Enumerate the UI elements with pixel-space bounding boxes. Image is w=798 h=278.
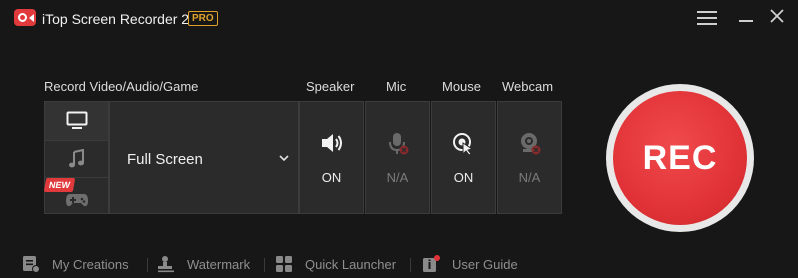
webcam-state: N/A <box>518 170 541 185</box>
mic-label: Mic <box>386 79 407 94</box>
mode-screen-tab[interactable] <box>45 102 108 141</box>
webcam-label: Webcam <box>502 79 554 94</box>
app-logo-icon <box>14 9 36 26</box>
webcam-toggle[interactable]: N/A <box>497 101 562 214</box>
user-guide-link[interactable]: User Guide <box>422 254 518 274</box>
close-button[interactable] <box>769 8 791 28</box>
new-badge: NEW <box>43 178 76 192</box>
footer-divider <box>147 258 148 272</box>
mic-state: N/A <box>386 170 409 185</box>
record-mode-label: Record Video/Audio/Game <box>44 79 199 94</box>
title-bar: iTop Screen Recorder 2 PRO <box>0 0 798 36</box>
user-guide-label: User Guide <box>452 256 518 272</box>
mouse-state: ON <box>453 170 474 185</box>
monitor-icon <box>66 111 87 129</box>
speaker-toggle[interactable]: ON <box>299 101 364 214</box>
speaker-icon <box>321 134 342 152</box>
pro-badge: PRO <box>188 11 218 26</box>
watermark-link[interactable]: Watermark <box>157 254 250 274</box>
creations-icon <box>23 256 40 273</box>
record-mode-selector: NEW <box>43 101 109 214</box>
speaker-label: Speaker <box>306 79 355 94</box>
mouse-label: Mouse <box>442 79 482 94</box>
rec-button[interactable]: REC <box>613 91 747 225</box>
footer-bar: My Creations Watermark Quick Launcher Us… <box>0 248 798 278</box>
music-note-icon <box>68 149 84 168</box>
footer-divider <box>410 258 411 272</box>
mode-audio-tab[interactable] <box>45 141 108 178</box>
watermark-label: Watermark <box>187 256 251 272</box>
mouse-click-icon <box>452 133 473 156</box>
quick-launcher-label: Quick Launcher <box>305 256 397 272</box>
chevron-down-icon <box>279 155 289 162</box>
gamepad-icon <box>65 193 88 206</box>
launcher-icon <box>276 256 292 272</box>
watermark-icon <box>158 256 174 273</box>
app-title: iTop Screen Recorder 2 <box>42 11 190 27</box>
quick-launcher-link[interactable]: Quick Launcher <box>275 254 396 274</box>
capture-area-dropdown[interactable]: Full Screen <box>109 101 299 214</box>
minimize-button[interactable] <box>736 8 758 28</box>
webcam-icon <box>520 133 540 155</box>
mic-toggle[interactable]: N/A <box>365 101 430 214</box>
my-creations-link[interactable]: My Creations <box>22 254 129 274</box>
footer-divider <box>264 258 265 272</box>
close-icon <box>770 9 784 23</box>
mouse-toggle[interactable]: ON <box>431 101 496 214</box>
my-creations-label: My Creations <box>52 256 129 272</box>
capture-area-value: Full Screen <box>127 151 203 168</box>
rec-label: REC <box>642 138 718 177</box>
user-guide-icon <box>423 255 440 272</box>
microphone-icon <box>388 133 408 155</box>
menu-button[interactable] <box>696 8 718 28</box>
speaker-state: ON <box>321 170 342 185</box>
